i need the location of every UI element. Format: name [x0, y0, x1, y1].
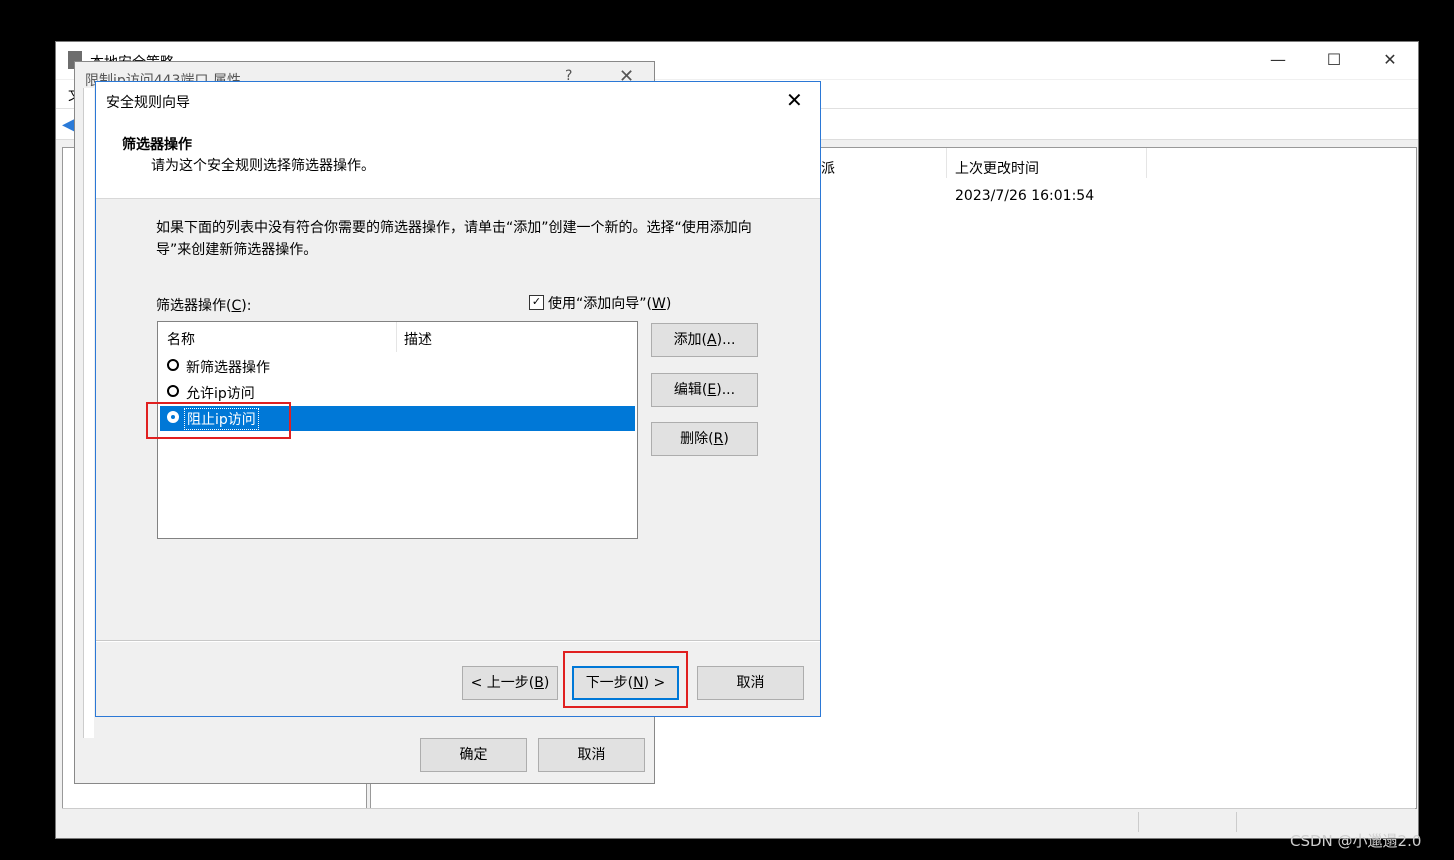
security-rule-wizard: 安全规则向导 ✕ 筛选器操作 请为这个安全规则选择筛选器操作。 如果下面的列表中… [95, 81, 821, 717]
list-header-separator [396, 322, 397, 352]
wizard-header: 筛选器操作 请为这个安全规则选择筛选器操作。 [96, 118, 820, 199]
edit-button[interactable]: 编辑(E)... [651, 373, 758, 407]
properties-content-panel [83, 88, 94, 738]
wizard-subheading: 请为这个安全规则选择筛选器操作。 [151, 158, 375, 174]
wizard-instructions: 如果下面的列表中没有符合你需要的筛选器操作，请单击“添加”创建一个新的。选择“使… [156, 220, 752, 258]
list-item-label: 允许ip访问 [186, 386, 255, 402]
radio-icon[interactable] [167, 385, 179, 397]
column-separator [1146, 148, 1147, 178]
wizard-heading: 筛选器操作 [122, 137, 192, 153]
status-separator [1236, 812, 1237, 832]
list-item-label: 新筛选器操作 [186, 360, 270, 376]
add-button[interactable]: 添加(A)... [651, 323, 758, 357]
column-header-modified[interactable]: 上次更改时间 [955, 158, 1039, 178]
highlight-box-selected-item [146, 402, 291, 439]
use-add-wizard-label: 使用“添加向导”(W) [548, 296, 672, 312]
wizard-title: 安全规则向导 [106, 95, 190, 111]
checkbox-check-icon[interactable]: ✓ [529, 295, 544, 310]
properties-cancel-button[interactable]: 取消 [538, 738, 645, 772]
column-separator [946, 148, 947, 178]
list-item[interactable]: 新筛选器操作 [160, 354, 635, 379]
status-separator [1138, 812, 1139, 832]
delete-button[interactable]: 删除(R) [651, 422, 758, 456]
radio-icon[interactable] [167, 359, 179, 371]
column-header-partial[interactable]: 派 [821, 158, 835, 178]
watermark: CSDN @小邋遢2.0 [1290, 832, 1422, 850]
wizard-cancel-button[interactable]: 取消 [697, 666, 804, 700]
wizard-titlebar: 安全规则向导 ✕ [96, 82, 820, 118]
minimize-button[interactable]: — [1250, 42, 1306, 78]
highlight-box-next-button [563, 651, 688, 708]
filter-action-list-label: 筛选器操作(C): [156, 298, 252, 314]
wizard-footer-separator [96, 640, 820, 642]
modified-time-value: 2023/7/26 16:01:54 [955, 188, 1095, 204]
close-button[interactable]: ✕ [1362, 42, 1418, 78]
maximize-button[interactable]: ☐ [1306, 42, 1362, 78]
back-button[interactable]: < 上一步(B) [462, 666, 558, 700]
ok-button[interactable]: 确定 [420, 738, 527, 772]
list-header-description[interactable]: 描述 [404, 329, 432, 349]
list-header-name[interactable]: 名称 [167, 329, 195, 349]
status-bar [62, 808, 1415, 835]
wizard-close-button[interactable]: ✕ [786, 88, 803, 112]
